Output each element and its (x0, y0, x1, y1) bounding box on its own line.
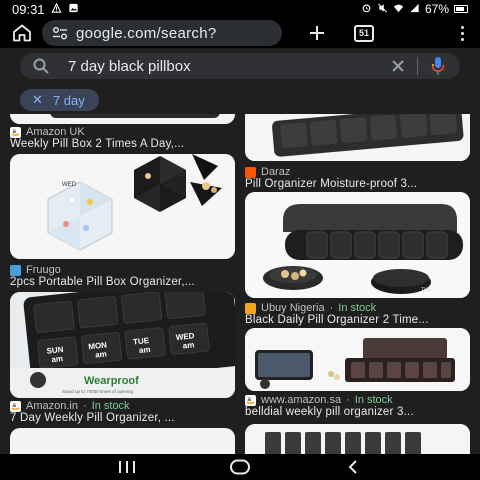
ubuy-favicon (245, 302, 256, 314)
recent-apps-icon (118, 461, 135, 473)
battery-percent: 67% (424, 2, 449, 16)
source-name: Amazon.in (26, 400, 78, 412)
result-title[interactable]: Weekly Pill Box 2 Times A Day,... (10, 138, 235, 150)
warning-icon (51, 2, 62, 16)
image-day-label: TUE (421, 287, 432, 293)
stock-status: In stock (91, 400, 130, 412)
result-card[interactable] (10, 428, 235, 454)
battery-icon (454, 5, 468, 13)
svg-text:a: a (13, 129, 17, 135)
result-card[interactable] (245, 424, 470, 454)
new-tab-button[interactable] (304, 20, 330, 46)
result-title[interactable]: 2pcs Portable Pill Box Organizer,... (10, 276, 235, 288)
plus-icon (310, 26, 324, 40)
recent-apps-button[interactable] (107, 456, 147, 478)
result-thumbnail[interactable] (10, 428, 235, 454)
result-card[interactable]: a www.amazon.sa · In stock belldial week… (245, 328, 470, 428)
svg-text:a: a (248, 397, 252, 403)
source-name: Amazon UK (26, 126, 85, 138)
amazon-favicon: a (245, 394, 256, 406)
result-thumbnail[interactable] (245, 114, 470, 161)
result-thumbnail[interactable]: SUN MON TUE WED am am am am Wearproof St… (10, 292, 235, 398)
result-title[interactable]: 7 Day Weekly Pill Organizer, ... (10, 412, 235, 424)
source-name: Ubuy Nigeria (261, 302, 325, 314)
search-box[interactable]: 7 day black pillbox (20, 53, 460, 79)
image-results-grid: a Amazon UK Weekly Pill Box 2 Times A Da… (0, 114, 480, 454)
image-icon (68, 2, 79, 16)
home-nav-button[interactable] (220, 456, 260, 478)
result-title[interactable]: belldial weekly pill organizer 3... (245, 406, 470, 418)
source-name: www.amazon.sa (261, 394, 342, 406)
browser-toolbar: google.com/search? 51 (0, 18, 480, 48)
signal-icon (409, 2, 420, 16)
fruugo-favicon (10, 264, 21, 276)
result-card[interactable]: Daraz Pill Organizer Moisture-proof 3... (245, 114, 470, 190)
mute-icon (377, 2, 388, 16)
result-thumbnail[interactable] (245, 328, 470, 391)
svg-text:a: a (13, 403, 17, 409)
back-button[interactable] (333, 456, 373, 478)
result-thumbnail[interactable]: WED (10, 154, 235, 259)
result-source: a Amazon UK (10, 126, 85, 138)
url-text: google.com/search? (76, 24, 217, 42)
home-circle-icon (229, 459, 250, 475)
voice-search-button[interactable] (428, 55, 448, 77)
result-thumbnail[interactable]: TUE (245, 192, 470, 298)
result-card[interactable]: WED Fruugo 2pcs Portable Pill Box Organi… (10, 154, 235, 288)
result-card[interactable]: a Amazon UK Weekly Pill Box 2 Times A Da… (10, 114, 235, 154)
system-navigation-bar (0, 454, 480, 480)
wearproof-sublabel: Stand up to 70000 times of opening (62, 389, 134, 394)
result-thumbnail[interactable] (10, 114, 235, 124)
search-query[interactable]: 7 day black pillbox (68, 58, 191, 75)
source-name: Daraz (261, 166, 291, 178)
browser-menu-button[interactable] (452, 20, 472, 46)
amazon-favicon: a (10, 400, 21, 412)
filter-chip-7-day[interactable]: ✕ 7 day (20, 89, 99, 111)
alarm-icon (361, 2, 372, 16)
stock-status: In stock (354, 394, 393, 406)
site-settings-icon[interactable] (52, 26, 68, 40)
amazon-favicon: a (10, 126, 21, 138)
search-icon (33, 58, 49, 74)
address-bar[interactable]: google.com/search? (42, 20, 282, 46)
search-divider (417, 57, 418, 75)
result-source: Daraz (245, 166, 290, 178)
wifi-icon (393, 2, 404, 16)
home-icon (13, 24, 31, 42)
image-period-label: am (182, 340, 194, 350)
home-button[interactable] (8, 19, 36, 47)
close-icon (392, 60, 404, 72)
source-name: Fruugo (26, 264, 61, 276)
result-title[interactable]: Pill Organizer Moisture-proof 3... (245, 178, 470, 190)
result-card[interactable]: TUE Ubuy Nigeria · In stock Black Daily … (245, 192, 470, 326)
result-title[interactable]: Black Daily Pill Organizer 2 Time... (245, 314, 470, 326)
back-chevron-icon (348, 460, 358, 474)
stock-status: In stock (338, 302, 377, 314)
daraz-favicon (245, 166, 256, 178)
image-label-wed: WED (62, 182, 77, 188)
wearproof-label: Wearproof (84, 375, 139, 387)
clear-search-button[interactable] (387, 55, 409, 77)
remove-filter-icon[interactable]: ✕ (32, 92, 43, 108)
microphone-icon (431, 57, 445, 75)
result-source: Fruugo (10, 264, 61, 276)
result-source: a www.amazon.sa · In stock (245, 394, 393, 406)
result-card[interactable]: SUN MON TUE WED am am am am Wearproof St… (10, 292, 235, 424)
status-time: 09:31 (12, 1, 45, 17)
tab-switcher-button[interactable]: 51 (354, 24, 374, 42)
result-source: Ubuy Nigeria · In stock (245, 302, 376, 314)
image-period-label: am (51, 354, 63, 364)
result-thumbnail[interactable] (245, 424, 470, 454)
filter-chip-label: 7 day (52, 92, 85, 108)
result-source: a Amazon.in · In stock (10, 400, 130, 412)
status-bar: 09:31 67% (0, 0, 480, 18)
image-period-label: am (95, 349, 107, 359)
image-period-label: am (139, 345, 151, 355)
